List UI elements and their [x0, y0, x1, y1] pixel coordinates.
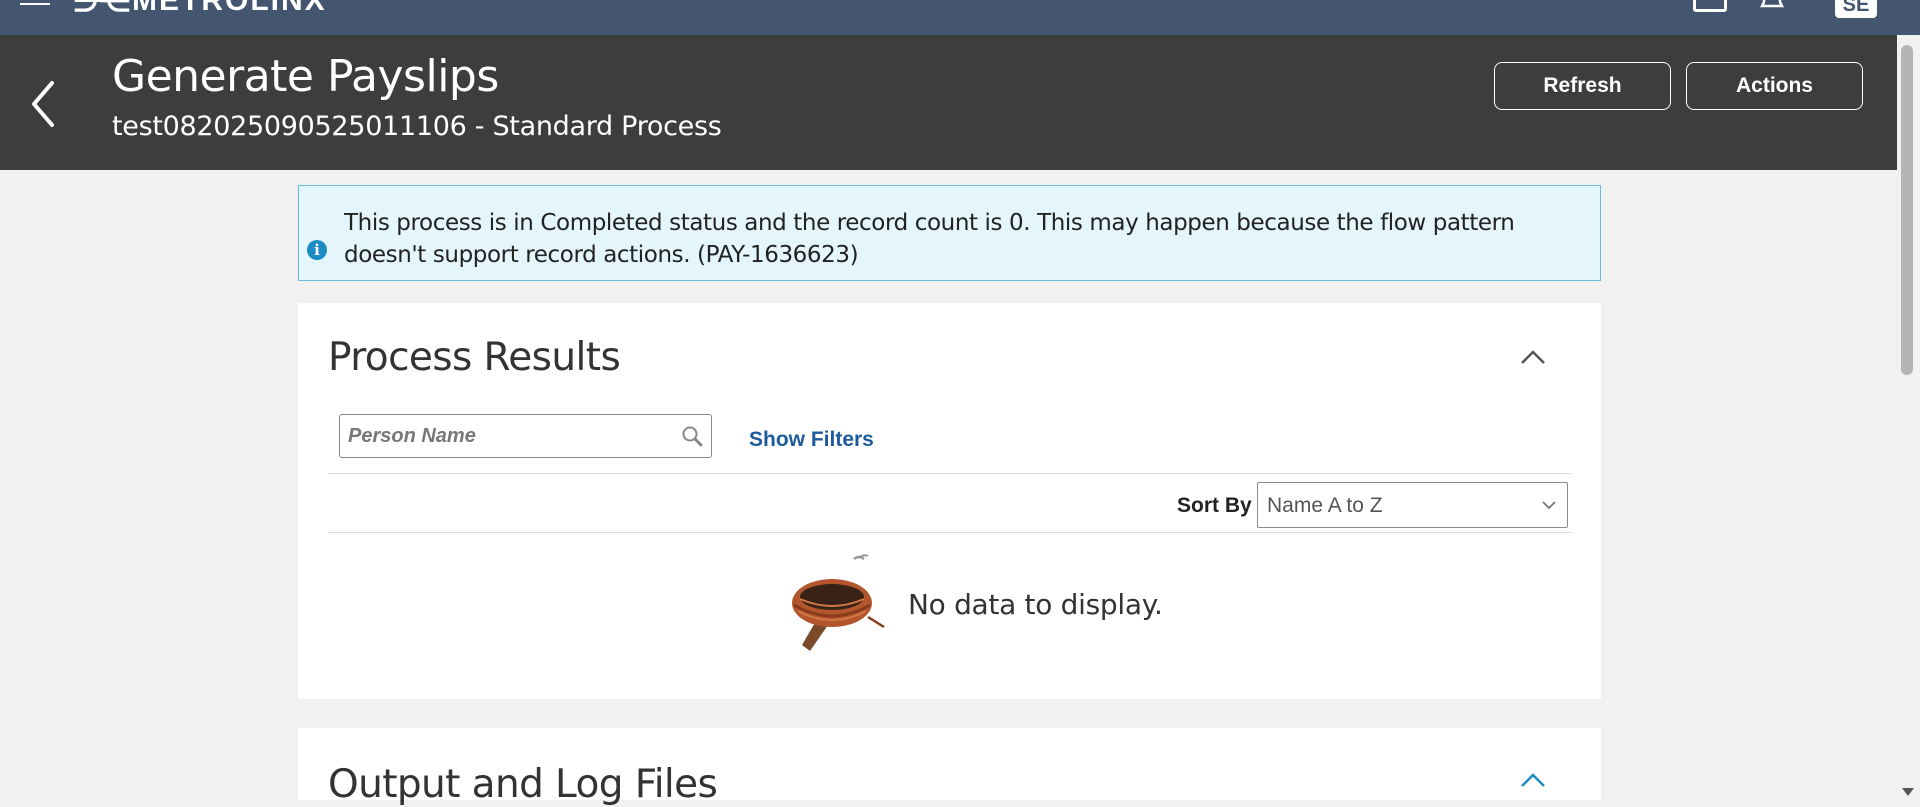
empty-nest-illustration: [792, 554, 885, 651]
scroll-down-arrow-icon[interactable]: [1902, 788, 1914, 796]
info-message-banner: i This process is in Completed status an…: [298, 185, 1601, 281]
collapse-chevron-up-icon[interactable]: [1518, 770, 1548, 790]
divider: [328, 473, 1571, 474]
sort-by-select[interactable]: Name A to Z: [1257, 482, 1568, 528]
home-icon[interactable]: [1693, 0, 1727, 12]
output-and-log-files-title: Output and Log Files: [328, 762, 718, 807]
info-icon: i: [307, 240, 327, 260]
output-and-log-files-panel: Output and Log Files: [298, 728, 1601, 807]
metrolinx-logo[interactable]: ⋺⋲ METROLINX: [74, 0, 327, 18]
collapse-chevron-up-icon[interactable]: [1518, 347, 1548, 367]
page-header: Generate Payslips test082025090525011106…: [0, 35, 1920, 170]
back-arrow-icon[interactable]: [28, 79, 58, 129]
person-name-input[interactable]: [348, 421, 668, 451]
global-header: ⋺⋲ METROLINX SE: [0, 0, 1920, 35]
actions-button[interactable]: Actions: [1686, 62, 1863, 110]
search-icon[interactable]: [680, 424, 704, 448]
sort-by-value: Name A to Z: [1267, 494, 1383, 517]
divider: [328, 532, 1571, 533]
notifications-bell-icon[interactable]: [1760, 0, 1784, 12]
page-title: Generate Payslips: [112, 51, 499, 102]
show-filters-link[interactable]: Show Filters: [749, 428, 874, 452]
page-subtitle: test082025090525011106 - Standard Proces…: [112, 111, 722, 142]
page-scrollbar[interactable]: [1897, 35, 1920, 800]
hamburger-menu-icon[interactable]: [20, 0, 50, 10]
no-data-message: No data to display.: [908, 588, 1163, 621]
logo-mark-icon: ⋺⋲: [74, 0, 130, 18]
process-results-panel: Process Results Show Filters Sort By Nam…: [298, 303, 1601, 699]
info-message-text: This process is in Completed status and …: [344, 210, 1515, 268]
refresh-button[interactable]: Refresh: [1494, 62, 1671, 110]
user-avatar[interactable]: SE: [1835, 0, 1877, 18]
scrollbar-thumb[interactable]: [1901, 45, 1913, 375]
process-results-title: Process Results: [328, 335, 621, 380]
person-name-search[interactable]: [339, 414, 712, 458]
sort-by-label: Sort By: [1177, 494, 1252, 517]
chevron-down-icon: [1542, 501, 1556, 510]
logo-text: METROLINX: [132, 0, 327, 17]
